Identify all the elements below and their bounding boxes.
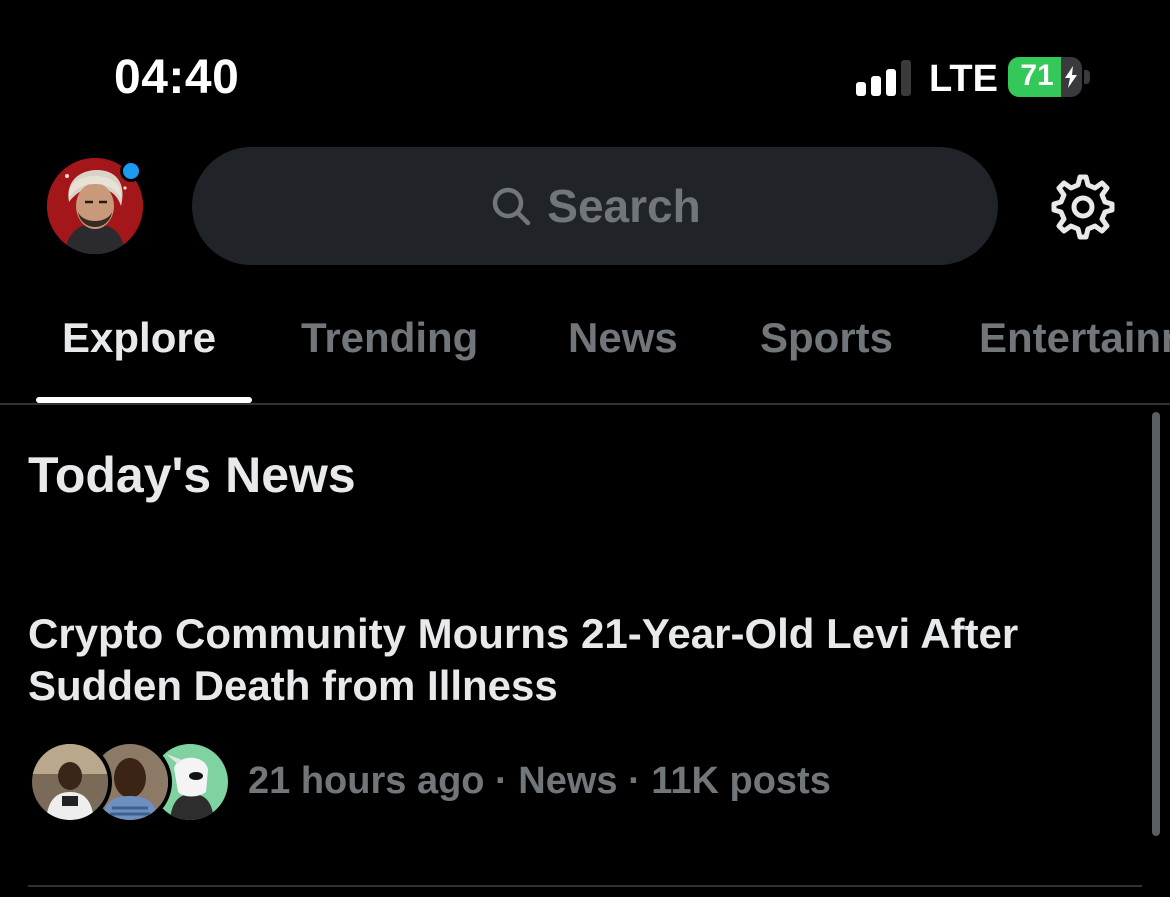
tab-trending[interactable]: Trending [301,314,478,362]
item-divider [28,885,1142,887]
tab-explore[interactable]: Explore [62,314,216,362]
network-type: LTE [929,58,998,100]
scrollbar[interactable] [1152,412,1160,836]
story-headline[interactable]: Crypto Community Mourns 21-Year-Old Levi… [28,608,1128,712]
story-meta: 21 hours ago · News · 11K posts [248,760,831,802]
status-time: 04:40 [114,51,240,104]
search-bar[interactable]: Search [192,147,998,265]
lightning-icon [1065,66,1077,88]
tab-sports[interactable]: Sports [760,314,893,362]
tab-bar: Explore Trending News Sports Entertainme… [0,300,1170,405]
battery-cap [1084,70,1090,84]
story-avatars [28,740,232,824]
tab-entertainment[interactable]: Entertainment [979,314,1170,362]
gear-icon[interactable] [1048,172,1118,242]
search-icon [493,187,531,226]
search-placeholder: Search [547,180,701,232]
battery-percent: 71 [1020,59,1054,92]
avatar [28,740,112,824]
tab-news[interactable]: News [568,314,678,362]
section-title: Today's News [28,447,356,503]
tabs-divider [0,403,1170,405]
signal-icon [856,60,914,96]
battery-icon: 71 [1008,57,1082,97]
notification-dot [120,160,142,182]
explore-screen: 04:40 LTE 71 Search Explore Trending New… [0,0,1170,897]
